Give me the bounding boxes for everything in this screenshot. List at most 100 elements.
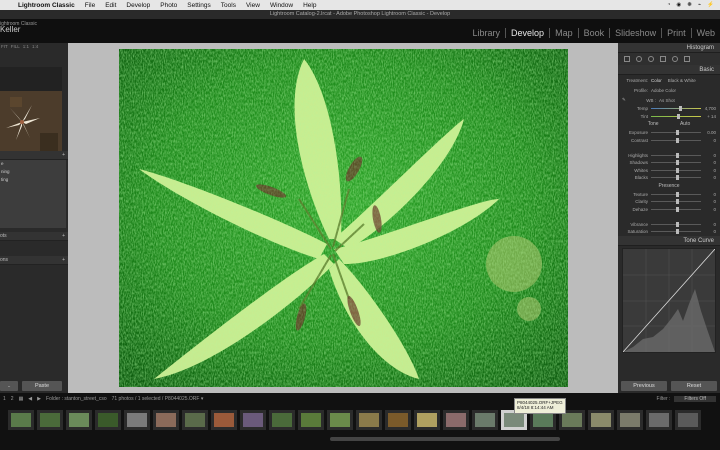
menu-window[interactable]: Window — [270, 2, 293, 9]
slider-thumb[interactable] — [676, 206, 679, 212]
treatment-color[interactable]: Color — [651, 78, 662, 83]
slider-thumb[interactable] — [677, 113, 680, 119]
preset-item[interactable]: e — [0, 160, 66, 168]
slider-track[interactable] — [651, 130, 701, 136]
app-menu[interactable]: Lightroom Classic — [18, 2, 75, 9]
copy-button[interactable]: .. — [0, 381, 18, 391]
slider-track[interactable] — [651, 216, 701, 217]
slider-value[interactable]: 0 — [704, 153, 716, 158]
menu-develop[interactable]: Develop — [126, 2, 150, 9]
filmstrip-scrollbar[interactable] — [330, 437, 560, 441]
zoom-1-4[interactable]: 1:4 — [32, 43, 38, 51]
profile-value[interactable]: Adobe Color — [651, 88, 676, 93]
slider-thumb[interactable] — [676, 175, 679, 181]
folder-source[interactable]: Folder : stanton_street_cso — [46, 396, 107, 402]
slider-value[interactable]: 0 — [704, 160, 716, 165]
previous-button[interactable]: Previous — [621, 381, 667, 391]
slider-thumb[interactable] — [678, 106, 682, 112]
zoom-fill[interactable]: FILL — [11, 43, 20, 51]
slider-value[interactable]: 0 — [704, 168, 716, 173]
menu-settings[interactable]: Settings — [187, 2, 211, 9]
slider-thumb[interactable] — [676, 221, 679, 227]
zoom-fit[interactable]: FIT — [1, 43, 8, 51]
wb-eyedropper-icon[interactable]: ✎ — [622, 97, 630, 103]
filmstrip-thumbnail[interactable] — [240, 410, 266, 430]
filmstrip-thumbnail[interactable] — [472, 410, 498, 430]
slider-track[interactable] — [651, 147, 701, 148]
tone-curve-graph[interactable] — [622, 247, 716, 353]
filmstrip-thumbnail[interactable] — [37, 410, 63, 430]
filmstrip-thumbnail[interactable] — [646, 410, 672, 430]
menu-view[interactable]: View — [246, 2, 260, 9]
photo-count[interactable]: 71 photos / 1 selected / P8044025.ORF ▾ — [112, 396, 204, 402]
filmstrip-thumbnail[interactable] — [269, 410, 295, 430]
preset-item[interactable]: ning — [0, 168, 66, 176]
slider-track[interactable] — [651, 106, 701, 112]
plus-icon[interactable]: + — [62, 256, 65, 265]
filmstrip-thumbnail[interactable] — [8, 410, 34, 430]
grid-icon[interactable]: ▦ — [19, 396, 24, 402]
slider-track[interactable] — [651, 175, 701, 181]
filter-select[interactable]: Filters Off — [674, 396, 716, 402]
filmstrip-thumbnail[interactable] — [182, 410, 208, 430]
module-print[interactable]: Print — [662, 28, 692, 38]
status-icon-1[interactable]: ◔ — [667, 2, 670, 8]
filmstrip-thumbnail[interactable] — [211, 410, 237, 430]
reset-button[interactable]: Reset — [671, 381, 717, 391]
slider-track[interactable] — [651, 199, 701, 205]
menu-photo[interactable]: Photo — [160, 2, 177, 9]
slider-track[interactable] — [651, 191, 701, 197]
slider-thumb[interactable] — [676, 152, 679, 158]
slider-value[interactable]: 0 — [704, 175, 716, 180]
graduated-filter-icon[interactable] — [660, 56, 666, 62]
slider-track[interactable] — [651, 221, 701, 227]
slider-track[interactable] — [651, 206, 701, 212]
main-photo[interactable] — [119, 49, 568, 387]
preset-item[interactable]: ting — [0, 176, 66, 184]
slider-track[interactable] — [651, 152, 701, 158]
slider-track[interactable] — [651, 167, 701, 173]
adjustment-brush-icon[interactable] — [684, 56, 690, 62]
slider-thumb[interactable] — [676, 130, 679, 136]
slider-track[interactable] — [651, 160, 701, 166]
menu-file[interactable]: File — [85, 2, 95, 9]
status-icon-5[interactable]: ⚡ — [707, 2, 714, 8]
filmstrip-thumbnail[interactable] — [298, 410, 324, 430]
slider-thumb[interactable] — [676, 199, 679, 205]
tone-curve-header[interactable]: Tone Curve — [618, 235, 720, 246]
plus-icon[interactable]: + — [62, 232, 65, 241]
spot-removal-icon[interactable] — [636, 56, 642, 62]
status-icon-2[interactable]: ◉ — [676, 2, 681, 8]
paste-button[interactable]: Paste — [22, 381, 62, 391]
red-eye-icon[interactable] — [648, 56, 654, 62]
slider-thumb[interactable] — [676, 160, 679, 166]
slider-thumb[interactable] — [676, 167, 679, 173]
filmstrip-thumbnail[interactable] — [66, 410, 92, 430]
wb-value[interactable]: As Shot — [659, 98, 675, 103]
slider-value[interactable]: 0 — [704, 192, 716, 197]
page-2[interactable]: 2 — [11, 396, 14, 402]
left-section-snapshots[interactable]: ots + — [0, 232, 68, 241]
filmstrip-thumbnail[interactable] — [327, 410, 353, 430]
plus-icon[interactable]: + — [62, 151, 65, 160]
slider-thumb[interactable] — [676, 229, 679, 235]
module-map[interactable]: Map — [550, 28, 579, 38]
slider-value[interactable]: 0 — [704, 229, 716, 234]
status-icon-3[interactable]: ❋ — [687, 2, 692, 8]
slider-value[interactable]: 4,700 — [704, 106, 716, 111]
filmstrip-thumbnail[interactable] — [385, 410, 411, 430]
slider-value[interactable]: 0 — [704, 207, 716, 212]
image-canvas[interactable] — [68, 43, 618, 393]
filmstrip-thumbnail[interactable] — [617, 410, 643, 430]
auto-tone-button[interactable]: Auto — [680, 121, 690, 127]
basic-header[interactable]: Basic — [618, 65, 720, 75]
slider-value[interactable]: 0 — [704, 222, 716, 227]
menu-help[interactable]: Help — [303, 2, 316, 9]
slider-value[interactable]: 0 — [704, 199, 716, 204]
filmstrip-thumbnail[interactable] — [588, 410, 614, 430]
treatment-bw[interactable]: Black & White — [668, 78, 696, 83]
left-section-presets[interactable]: + — [0, 151, 68, 160]
filmstrip-thumbnail[interactable] — [414, 410, 440, 430]
module-library[interactable]: Library — [468, 28, 507, 38]
filmstrip-thumbnail[interactable] — [153, 410, 179, 430]
